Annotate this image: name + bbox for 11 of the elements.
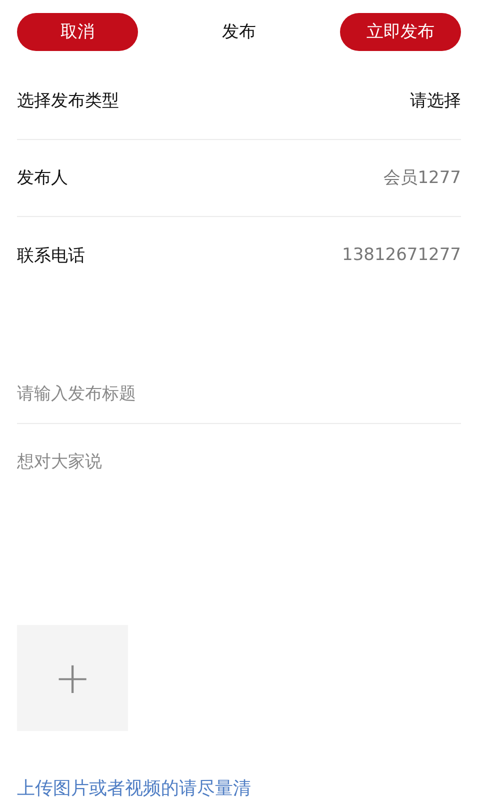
- field-value: 13812671277: [342, 245, 461, 266]
- page-title: 发布: [222, 21, 256, 44]
- field-label: 发布人: [17, 167, 68, 190]
- publish-button[interactable]: 立即发布: [340, 12, 461, 51]
- upload-button[interactable]: +: [17, 624, 128, 732]
- type-selector[interactable]: 请选择: [410, 88, 461, 112]
- field-value: 会员1277: [384, 167, 461, 190]
- cancel-button[interactable]: 取消: [17, 12, 138, 51]
- field-label: 选择发布类型: [17, 90, 119, 112]
- upload-hint: 上传图片或者视频的请尽量清: [17, 777, 252, 800]
- field-label: 联系电话: [17, 244, 85, 267]
